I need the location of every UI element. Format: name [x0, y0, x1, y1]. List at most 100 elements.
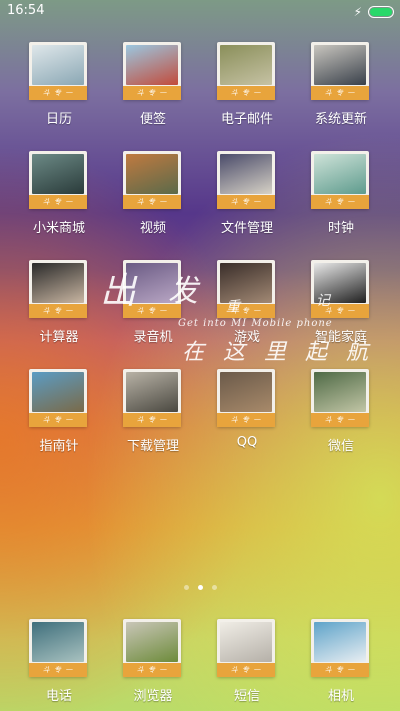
- app-label: 录音机: [133, 330, 173, 345]
- app-mi-store[interactable]: 斗 专 一小米商城: [12, 151, 106, 255]
- app-icon[interactable]: 斗 专 一: [311, 260, 369, 318]
- app-photo: [32, 45, 84, 85]
- app-photo: [32, 372, 84, 412]
- page-dot[interactable]: [211, 585, 217, 590]
- battery-icon: [368, 6, 394, 18]
- app-photo: [220, 45, 272, 85]
- app-messages[interactable]: 斗 专 一短信: [200, 619, 294, 711]
- app-photo: [314, 372, 366, 412]
- app-smart-home[interactable]: 斗 专 一智能家庭: [294, 260, 388, 364]
- app-photo: [126, 372, 178, 412]
- app-icon[interactable]: 斗 专 一: [123, 151, 181, 209]
- thumb-caption: 斗 专 一: [29, 304, 87, 318]
- app-icon[interactable]: 斗 专 一: [29, 260, 87, 318]
- thumb-caption: 斗 专 一: [123, 304, 181, 318]
- app-label: 系统更新: [314, 112, 367, 127]
- app-photo: [220, 154, 272, 194]
- app-icon[interactable]: 斗 专 一: [217, 151, 275, 209]
- app-clock[interactable]: 斗 专 一时钟: [294, 151, 388, 255]
- app-label: 日历: [45, 112, 72, 127]
- app-label: 小米商城: [32, 221, 85, 236]
- app-qq[interactable]: 斗 专 一 QQ: [200, 369, 294, 473]
- app-label: 文件管理: [220, 221, 273, 236]
- app-label: 浏览器: [133, 689, 173, 704]
- thumb-caption: 斗 专 一: [29, 195, 87, 209]
- app-photo: [126, 154, 178, 194]
- page-indicator: [0, 585, 400, 590]
- app-label: 电话: [45, 689, 72, 704]
- status-bar: 16:54 ⚡: [0, 0, 400, 24]
- app-notes[interactable]: 斗 专 一便签: [106, 42, 200, 146]
- app-icon[interactable]: 斗 专 一: [311, 619, 369, 677]
- app-photo: [32, 622, 84, 662]
- app-phone[interactable]: 斗 专 一电话: [12, 619, 106, 711]
- app-label: 视频: [139, 221, 166, 236]
- thumb-caption: 斗 专 一: [217, 304, 275, 318]
- thumb-caption: 斗 专 一: [217, 195, 275, 209]
- app-games[interactable]: 斗 专 一游戏: [200, 260, 294, 364]
- app-browser[interactable]: 斗 专 一浏览器: [106, 619, 200, 711]
- app-label: 短信: [233, 689, 260, 704]
- app-photo: [126, 45, 178, 85]
- app-compass[interactable]: 斗 专 一指南针: [12, 369, 106, 473]
- app-photo: [126, 622, 178, 662]
- thumb-caption: 斗 专 一: [29, 663, 87, 677]
- app-photo: [314, 154, 366, 194]
- app-calculator[interactable]: 斗 专 一计算器: [12, 260, 106, 364]
- thumb-caption: 斗 专 一: [217, 663, 275, 677]
- thumb-caption: 斗 专 一: [217, 413, 275, 427]
- app-label: 游戏: [233, 330, 260, 345]
- thumb-caption: 斗 专 一: [311, 195, 369, 209]
- app-label: 时钟: [327, 221, 354, 236]
- app-update[interactable]: 斗 专 一系统更新: [294, 42, 388, 146]
- page-dot[interactable]: [197, 585, 203, 590]
- app-photo: [32, 154, 84, 194]
- app-photo: [314, 263, 366, 303]
- app-photo: [220, 372, 272, 412]
- thumb-caption: 斗 专 一: [29, 86, 87, 100]
- thumb-caption: 斗 专 一: [123, 663, 181, 677]
- thumb-caption: 斗 专 一: [29, 413, 87, 427]
- thumb-caption: 斗 专 一: [123, 86, 181, 100]
- page-dot[interactable]: [183, 585, 189, 590]
- app-icon[interactable]: 斗 专 一: [217, 369, 275, 427]
- app-video[interactable]: 斗 专 一视频: [106, 151, 200, 255]
- app-icon[interactable]: 斗 专 一: [29, 619, 87, 677]
- status-icons: ⚡: [354, 4, 394, 20]
- app-icon[interactable]: 斗 专 一: [217, 42, 275, 100]
- app-wechat[interactable]: 斗 专 一微信: [294, 369, 388, 473]
- app-camera[interactable]: 斗 专 一相机: [294, 619, 388, 711]
- app-label: 便签: [139, 112, 166, 127]
- app-label: 智能家庭: [314, 330, 367, 345]
- app-photo: [314, 45, 366, 85]
- app-icon[interactable]: 斗 专 一: [123, 369, 181, 427]
- app-calendar[interactable]: 斗 专 一日历: [12, 42, 106, 146]
- app-icon[interactable]: 斗 专 一: [123, 260, 181, 318]
- app-photo: [126, 263, 178, 303]
- app-label: 微信: [327, 439, 354, 454]
- app-icon[interactable]: 斗 专 一: [311, 42, 369, 100]
- app-label: 下载管理: [126, 439, 179, 454]
- app-files[interactable]: 斗 专 一文件管理: [200, 151, 294, 255]
- app-icon[interactable]: 斗 专 一: [29, 151, 87, 209]
- thumb-caption: 斗 专 一: [311, 663, 369, 677]
- app-label: 计算器: [39, 330, 79, 345]
- app-icon[interactable]: 斗 专 一: [123, 619, 181, 677]
- app-recorder[interactable]: 斗 专 一录音机: [106, 260, 200, 364]
- thumb-caption: 斗 专 一: [217, 86, 275, 100]
- app-icon[interactable]: 斗 专 一: [311, 151, 369, 209]
- status-time: 16:54: [7, 3, 45, 18]
- app-icon[interactable]: 斗 专 一: [217, 619, 275, 677]
- app-icon[interactable]: 斗 专 一: [311, 369, 369, 427]
- app-label: 相机: [327, 689, 354, 704]
- app-icon[interactable]: 斗 专 一: [29, 369, 87, 427]
- app-icon[interactable]: 斗 专 一: [123, 42, 181, 100]
- app-icon[interactable]: 斗 专 一: [217, 260, 275, 318]
- app-downloads[interactable]: 斗 专 一下载管理: [106, 369, 200, 473]
- thumb-caption: 斗 专 一: [123, 195, 181, 209]
- bolt-icon: ⚡: [353, 5, 362, 19]
- thumb-caption: 斗 专 一: [311, 413, 369, 427]
- thumb-caption: 斗 专 一: [311, 86, 369, 100]
- app-icon[interactable]: 斗 专 一: [29, 42, 87, 100]
- app-email[interactable]: 斗 专 一电子邮件: [200, 42, 294, 146]
